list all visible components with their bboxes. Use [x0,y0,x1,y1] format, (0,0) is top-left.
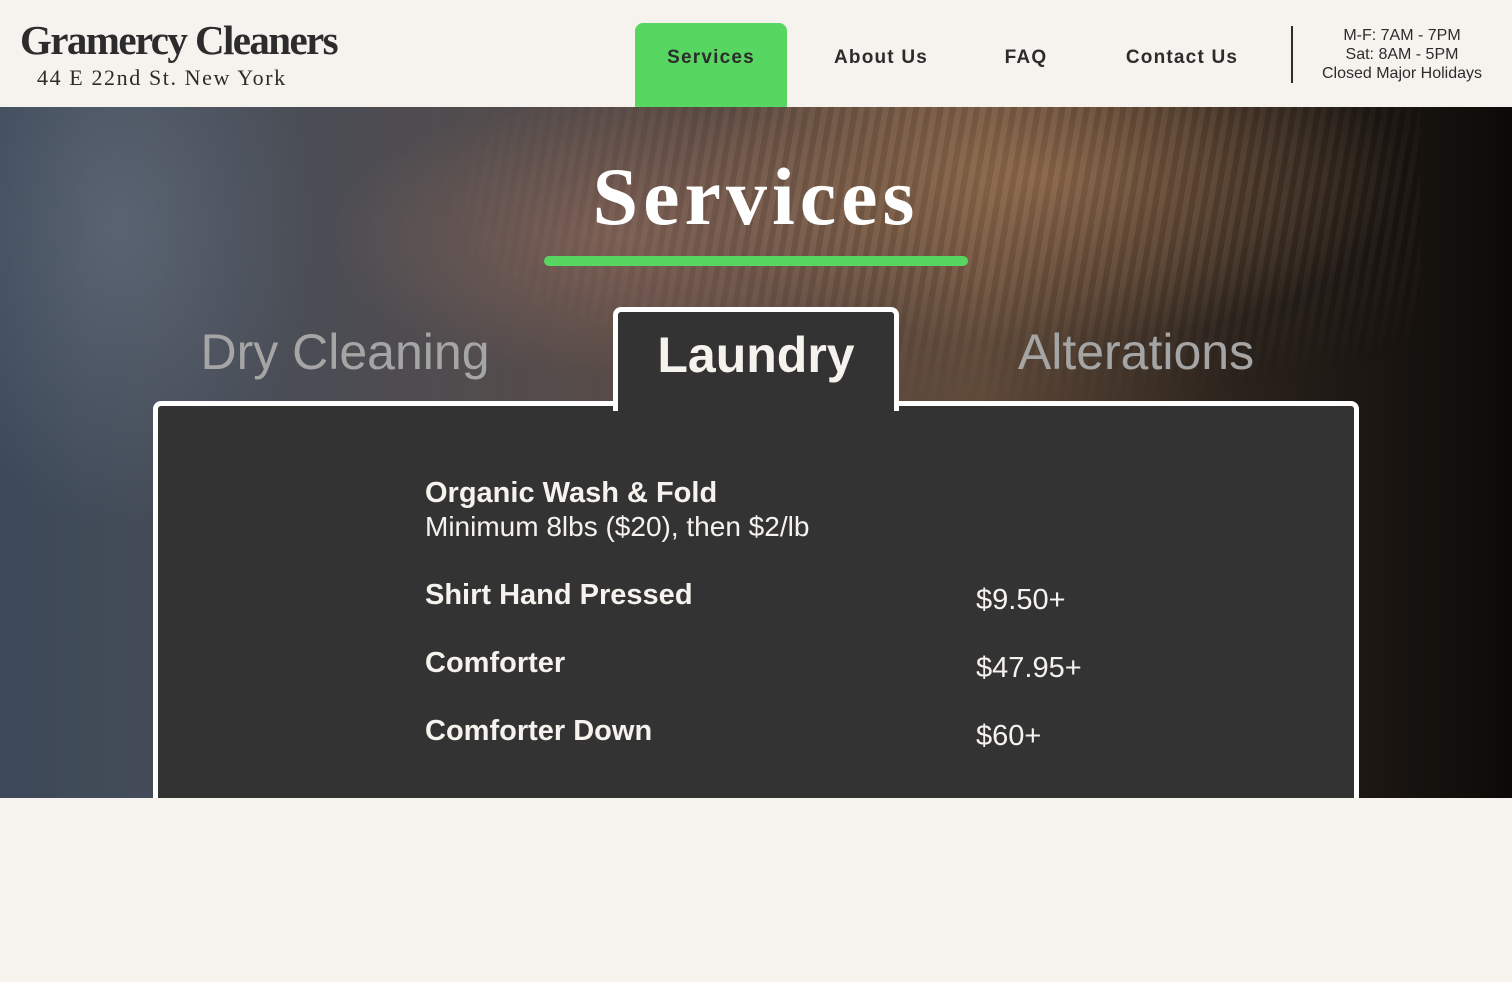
nav-faq[interactable]: FAQ [986,23,1066,107]
title-underline [544,256,968,266]
laundry-services-panel: Organic Wash & Fold Minimum 8lbs ($20), … [153,401,1359,798]
service-name-wash-fold: Organic Wash & Fold [425,477,718,509]
page-title: Services [592,151,920,242]
nav-contact-us-label: Contact Us [1125,47,1239,68]
service-price-comforter-down: $60+ [976,720,1042,752]
nav-contact-us[interactable]: Contact Us [1102,23,1262,107]
hours-weekday: M-F: 7AM - 7PM [1343,27,1461,44]
hours-holidays: Closed Major Holidays [1321,65,1483,82]
site-header: Gramercy Cleaners 44 E 22nd St. New York… [0,0,1512,107]
nav-divider [1291,26,1293,83]
nav-faq-label: FAQ [1004,47,1048,68]
service-price-comforter: $47.95+ [976,652,1082,684]
brand[interactable]: Gramercy Cleaners 44 E 22nd St. New York [20,14,339,90]
service-name-comforter: Comforter [425,647,566,679]
nav-about-us[interactable]: About Us [810,23,952,107]
business-hours: M-F: 7AM - 7PM Sat: 8AM - 5PM Closed Maj… [1302,26,1502,83]
tab-laundry[interactable]: Laundry [613,307,899,411]
service-name-shirt: Shirt Hand Pressed [425,579,693,611]
service-name-comforter-down: Comforter Down [425,715,653,747]
nav-services-label: Services [667,47,755,68]
brand-address: 44 E 22nd St. New York [37,65,287,90]
nav-about-us-label: About Us [833,47,929,68]
services-hero: Services Dry Cleaning Alterations Laundr… [0,107,1512,798]
hours-saturday: Sat: 8AM - 5PM [1345,46,1459,63]
service-price-shirt: $9.50+ [976,584,1066,616]
tab-dry-cleaning[interactable]: Dry Cleaning [180,317,510,387]
tab-alterations[interactable]: Alterations [1000,317,1272,387]
nav-services[interactable]: Services [635,23,787,107]
brand-name: Gramercy Cleaners [20,17,339,63]
tab-laundry-label: Laundry [657,327,855,383]
service-description-wash-fold: Minimum 8lbs ($20), then $2/lb [425,511,810,542]
